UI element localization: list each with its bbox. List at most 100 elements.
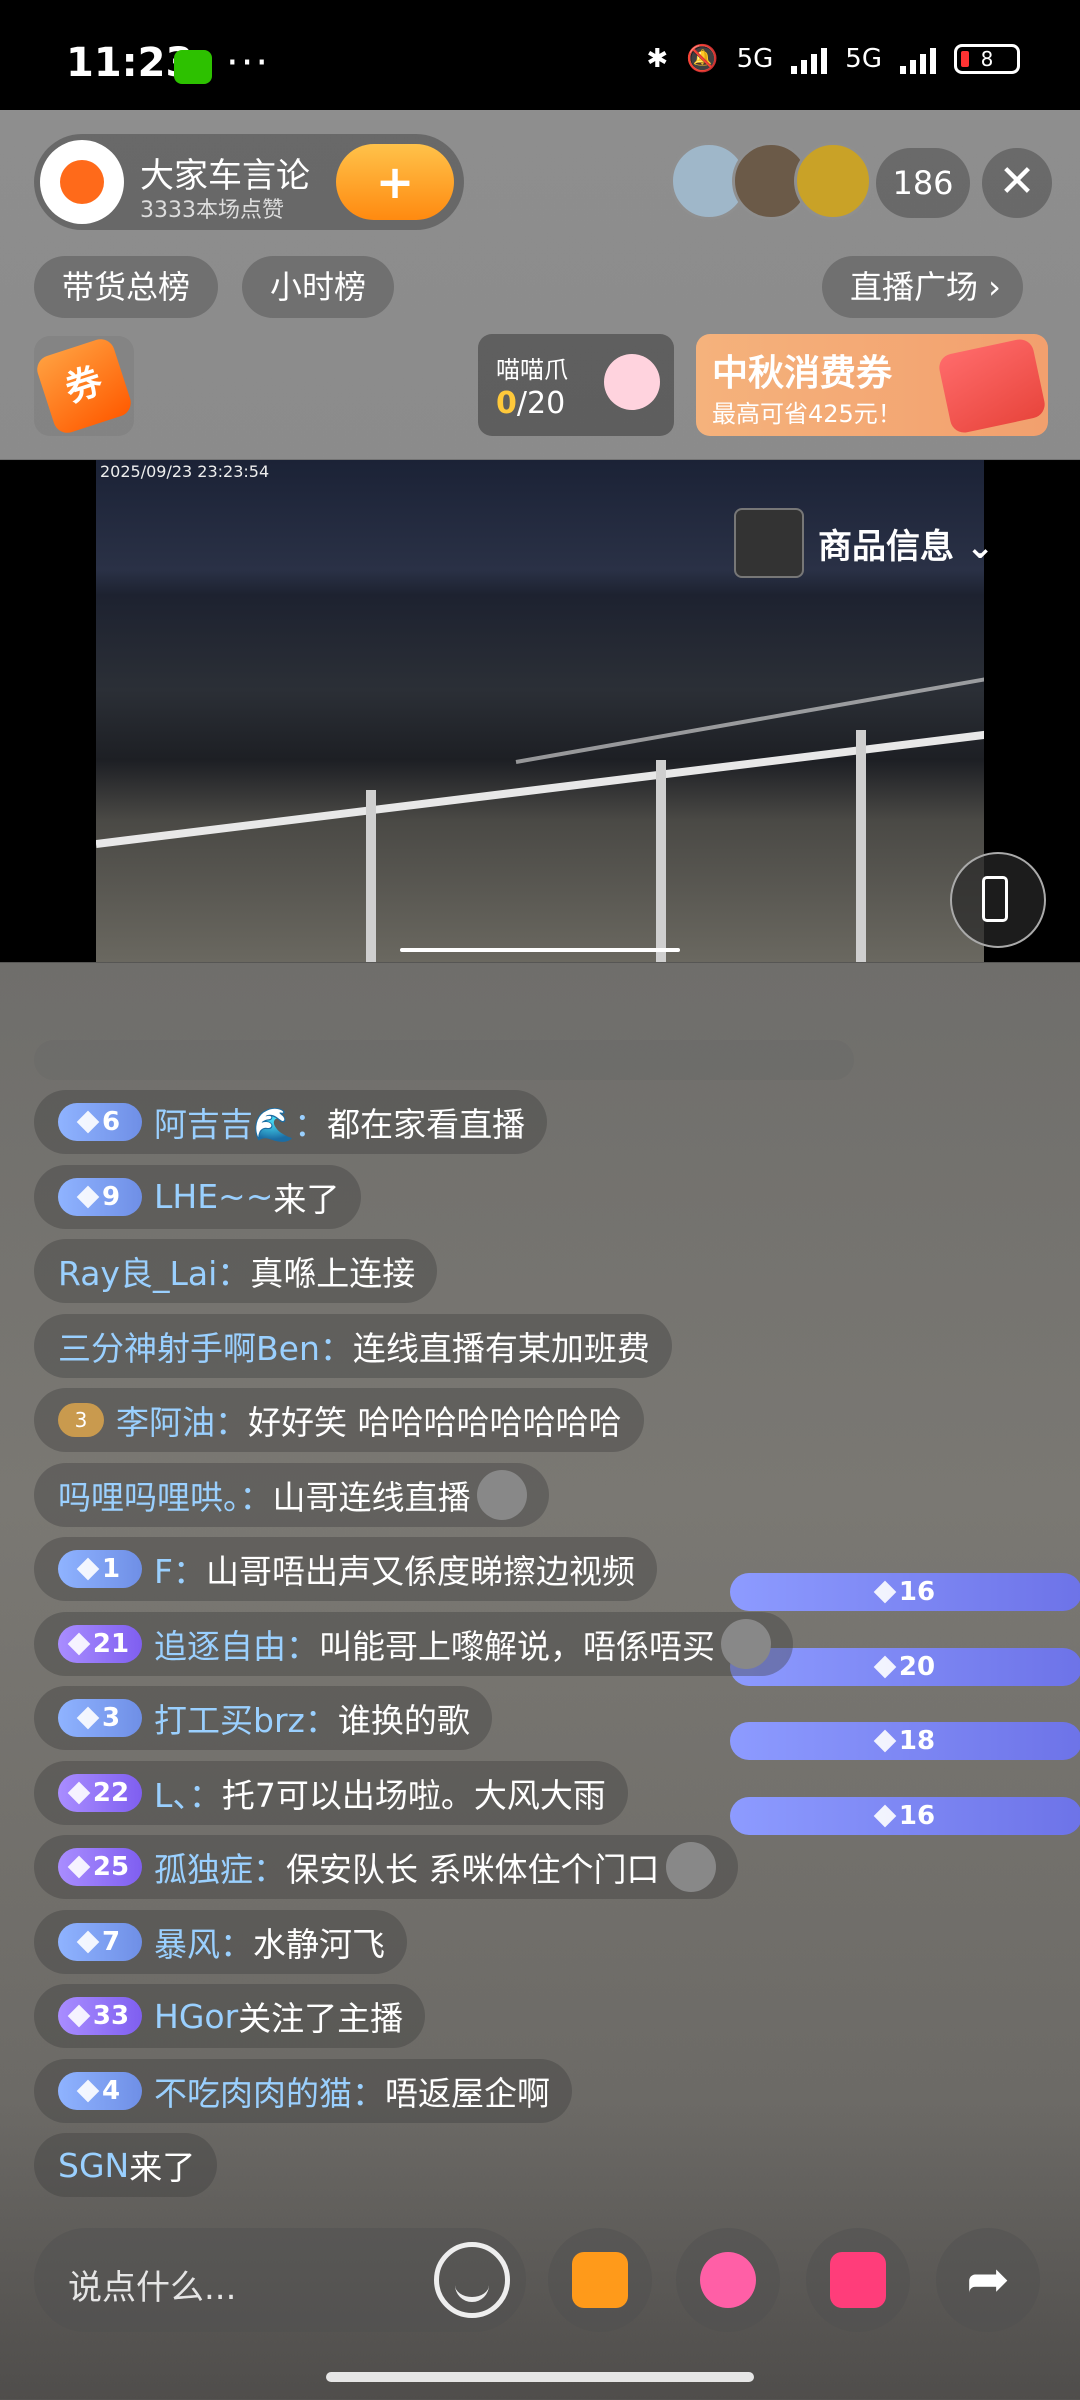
- video-timestamp: 2025/09/23 23:23:54: [100, 462, 270, 481]
- promo-banner[interactable]: 中秋消费券 最高可省425元！: [696, 334, 1048, 436]
- battery-icon: 8: [954, 44, 1020, 74]
- railing-post: [856, 730, 866, 962]
- share-button[interactable]: ➦: [936, 2228, 1040, 2332]
- host-name: 大家车言论: [140, 156, 310, 196]
- gift-button[interactable]: [806, 2228, 910, 2332]
- rotate-screen-button[interactable]: [950, 852, 1046, 948]
- chat-username[interactable]: 吗哩吗哩哄。：: [58, 1471, 273, 1519]
- emoji-icon[interactable]: [434, 2242, 510, 2318]
- chat-message[interactable]: 18 3 李阿油： 好好笑 哈哈哈哈哈哈哈哈: [34, 1388, 1080, 1760]
- chat-message[interactable]: 25 孤独症： 保安队长 系咪体住个门口: [34, 1835, 738, 1899]
- railing-post: [366, 790, 376, 962]
- chat-text: 山哥连线直播: [272, 1477, 471, 1517]
- chat-message[interactable]: 6 阿吉吉🌊： 都在家看直播: [34, 1090, 548, 1154]
- diamond-icon: [873, 1580, 897, 1604]
- chat-username[interactable]: 暴风：: [154, 1918, 253, 1966]
- shop-cart-button[interactable]: [548, 2228, 652, 2332]
- level-badge: 25: [58, 1848, 142, 1886]
- chat-username[interactable]: HGor: [154, 1997, 238, 2036]
- chat-message[interactable]: 16 Ray良_Lai： 真喺上连接: [34, 1239, 1080, 1611]
- chat-fade-row: [34, 1040, 854, 1080]
- chat-message[interactable]: 1 F： 山哥唔出声又係度睇擦边视频: [34, 1537, 657, 1601]
- avatar[interactable]: [794, 142, 872, 220]
- chat-text: 托7可以出场啦。大风大雨: [221, 1775, 606, 1815]
- chat-message[interactable]: 33 HGor 关注了主播: [34, 1984, 426, 2048]
- chat-username[interactable]: 不吃肉肉的猫：: [154, 2067, 385, 2115]
- chat-message[interactable]: 21 追逐自由： 叫能哥上嚟解说，唔係唔买: [34, 1611, 793, 1676]
- claw-title: 喵喵爪: [496, 356, 568, 384]
- close-icon[interactable]: ✕: [982, 148, 1052, 218]
- like-button[interactable]: [676, 2228, 780, 2332]
- chat-username[interactable]: 追逐自由：: [154, 1620, 319, 1668]
- chat-username[interactable]: LHE~~: [154, 1177, 273, 1216]
- coupon-button[interactable]: 券: [33, 335, 135, 437]
- signal-icon: [791, 44, 828, 74]
- chat-text: 关注了主播: [238, 1999, 404, 2038]
- chat-message[interactable]: SGN 来了: [34, 2133, 218, 2197]
- claw-task-card[interactable]: 喵喵爪 0/20: [478, 334, 674, 436]
- chat-text: 谁换的歌: [337, 1701, 470, 1740]
- paw-icon: [604, 354, 660, 410]
- chat-text: 唔返屋企啊: [385, 2073, 550, 2113]
- chat-username[interactable]: F：: [154, 1545, 206, 1593]
- follow-button[interactable]: +: [336, 144, 454, 220]
- level-badge: 16: [730, 1796, 1080, 1835]
- chat-username[interactable]: SGN: [58, 2146, 129, 2185]
- rank-sales-tab[interactable]: 带货总榜: [34, 256, 219, 318]
- railing: [96, 727, 984, 848]
- chat-message[interactable]: 4 不吃肉肉的猫： 唔返屋企啊: [34, 2058, 572, 2123]
- chat-username[interactable]: 三分神射手啊Ben：: [58, 1322, 353, 1370]
- video-indicator: [400, 948, 680, 952]
- chat-username[interactable]: 李阿油：: [116, 1396, 248, 1444]
- level-badge: 18: [730, 1722, 1080, 1760]
- chat-username[interactable]: 打工买brz：: [154, 1694, 338, 1742]
- comment-input[interactable]: 说点什么...: [34, 2228, 526, 2332]
- promo-subtitle: 最高可省425元！: [712, 400, 902, 428]
- chat-text: 好好笑 哈哈哈哈哈哈哈哈: [248, 1403, 622, 1442]
- chat-text: 保安队长 系咪体住个门口: [286, 1850, 660, 1889]
- host-card[interactable]: 大家车言论 3333本场点赞 +: [34, 134, 464, 230]
- chat-message[interactable]: 22 L、： 托7可以出场啦。大风大雨: [34, 1760, 628, 1825]
- diamond-icon: [76, 1930, 100, 1953]
- chat-text: 山哥唔出声又係度睇擦边视频: [205, 1552, 635, 1591]
- level-badge: 7: [58, 1922, 142, 1961]
- chat-username[interactable]: Ray良_Lai：: [58, 1247, 250, 1295]
- product-info-button[interactable]: 商品信息 ⌄: [734, 508, 994, 578]
- wechat-icon: [174, 50, 212, 84]
- chat-message[interactable]: 3 打工买brz： 谁换的歌: [34, 1686, 492, 1750]
- share-icon: ➦: [966, 2250, 1010, 2310]
- chat-message[interactable]: 20 三分神射手啊Ben： 连线直播有某加班费: [34, 1313, 1080, 1686]
- sticker-icon: [476, 1469, 527, 1520]
- level-badge: 1: [58, 1550, 142, 1588]
- chat-username[interactable]: L、：: [154, 1769, 222, 1817]
- level-badge: 21: [58, 1624, 142, 1663]
- fan-badge: 3: [58, 1403, 104, 1437]
- chat-message[interactable]: 16 吗哩吗哩哄。： 山哥连线直播: [34, 1462, 1080, 1835]
- chat-text: 来了: [129, 2148, 196, 2187]
- viewer-avatars[interactable]: [670, 142, 872, 220]
- diamond-icon: [873, 1655, 897, 1678]
- chat-username[interactable]: 阿吉吉🌊：: [154, 1098, 327, 1146]
- viewer-count[interactable]: 186: [876, 148, 970, 218]
- diamond-icon: [873, 1804, 897, 1827]
- live-plaza-button[interactable]: 直播广场 ›: [822, 256, 1023, 318]
- diamond-icon: [76, 1110, 100, 1134]
- chat-text: 连线直播有某加班费: [352, 1328, 650, 1368]
- chat-message[interactable]: 7 暴风： 水静河飞: [34, 1909, 407, 1974]
- chat-message[interactable]: 9 LHE~~ 来了: [34, 1164, 362, 1229]
- diamond-icon: [67, 1855, 91, 1879]
- sticker-icon: [665, 1842, 716, 1892]
- diamond-icon: [67, 2004, 91, 2028]
- diamond-icon: [76, 1557, 100, 1581]
- chat-text: 来了: [273, 1179, 340, 1219]
- home-indicator[interactable]: [326, 2372, 754, 2382]
- more-notifications-icon: ···: [226, 40, 271, 86]
- rank-hour-tab[interactable]: 小时榜: [242, 256, 395, 318]
- railing-post: [656, 760, 666, 962]
- diamond-icon: [76, 1706, 100, 1730]
- host-avatar[interactable]: [40, 140, 124, 224]
- diamond-icon: [67, 1632, 91, 1655]
- chat-username[interactable]: 孤独症：: [154, 1843, 286, 1891]
- level-badge: 33: [58, 1997, 142, 2035]
- status-bar: 11:23 ··· ✱ 🔕 5G 5G 8: [0, 0, 1080, 110]
